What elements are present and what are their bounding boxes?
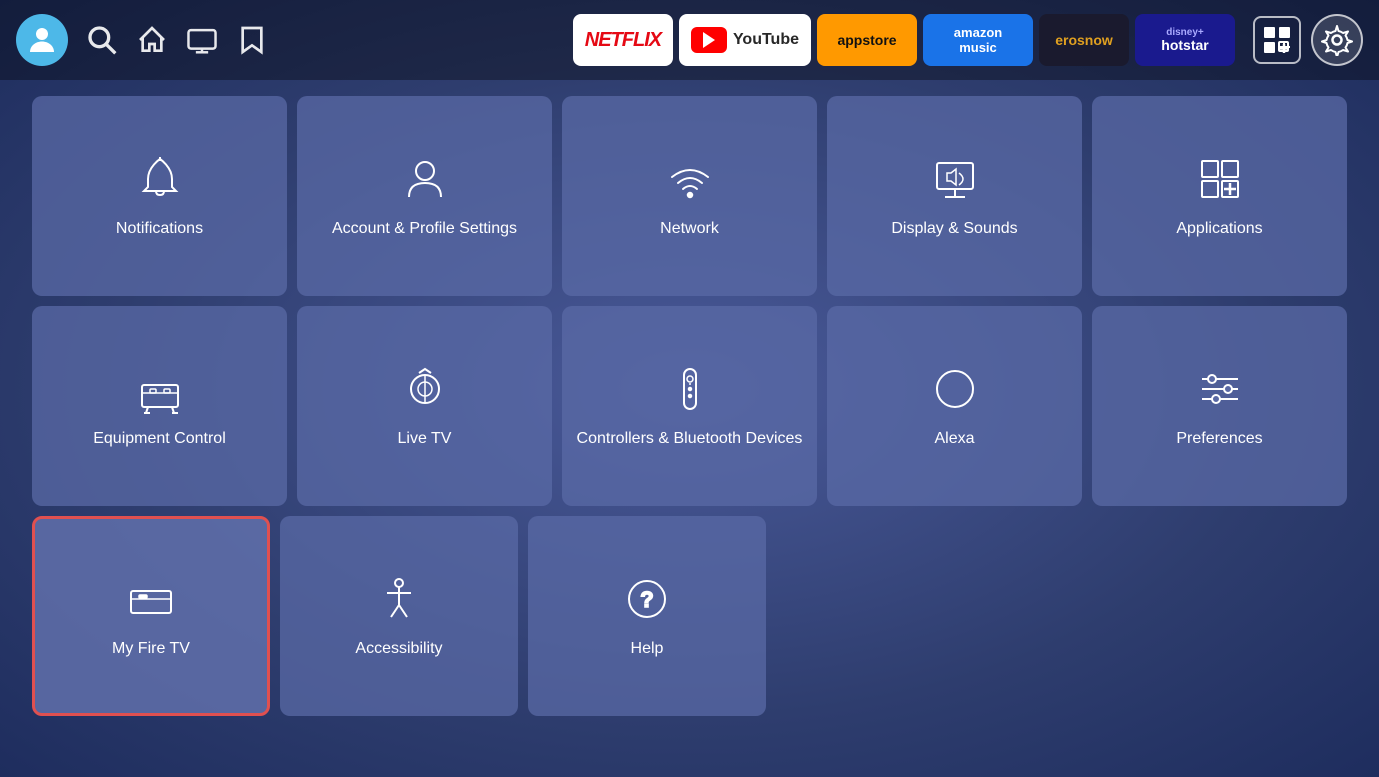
equipment-control-tile-label: Equipment Control bbox=[93, 429, 226, 450]
applications-icon bbox=[1194, 153, 1246, 205]
controllers-bluetooth-tile[interactable]: Controllers & Bluetooth Devices bbox=[562, 306, 817, 506]
controllers-bluetooth-tile-label: Controllers & Bluetooth Devices bbox=[577, 429, 803, 450]
notifications-tile[interactable]: Notifications bbox=[32, 96, 287, 296]
preferences-tile-label: Preferences bbox=[1176, 429, 1262, 450]
preferences-icon bbox=[1194, 363, 1246, 415]
display-sounds-icon bbox=[929, 153, 981, 205]
svg-text:?: ? bbox=[640, 587, 653, 612]
settings-row-3: My Fire TV Accessibility ? Help bbox=[32, 516, 1347, 716]
network-wifi-icon bbox=[664, 153, 716, 205]
help-tile-label: Help bbox=[631, 639, 664, 660]
accessibility-icon bbox=[373, 573, 425, 625]
erosnow-label: erosnow bbox=[1055, 32, 1113, 48]
alexa-tile[interactable]: Alexa bbox=[827, 306, 1082, 506]
hotstar-app-button[interactable]: disney+ hotstar bbox=[1135, 14, 1235, 66]
bookmark-button[interactable] bbox=[236, 24, 268, 56]
appstore-app-button[interactable]: appstore bbox=[817, 14, 917, 66]
home-button[interactable] bbox=[136, 24, 168, 56]
tv-button[interactable] bbox=[186, 24, 218, 56]
my-fire-tv-tile-label: My Fire TV bbox=[112, 639, 190, 660]
settings-grid: Notifications Account & Profile Settings… bbox=[0, 80, 1379, 732]
netflix-app-button[interactable]: NETFLIX bbox=[573, 14, 673, 66]
amazon-music-app-button[interactable]: amazon music bbox=[923, 14, 1033, 66]
search-button[interactable] bbox=[86, 24, 118, 56]
avatar[interactable] bbox=[16, 14, 68, 66]
home-icon bbox=[136, 24, 168, 56]
my-fire-tv-tile[interactable]: My Fire TV bbox=[32, 516, 270, 716]
help-tile[interactable]: ? Help bbox=[528, 516, 766, 716]
accessibility-tile-label: Accessibility bbox=[355, 639, 442, 660]
settings-row-1: Notifications Account & Profile Settings… bbox=[32, 96, 1347, 296]
all-apps-icon bbox=[1262, 25, 1292, 55]
appstore-label: appstore bbox=[837, 32, 896, 48]
display-sounds-tile[interactable]: Display & Sounds bbox=[827, 96, 1082, 296]
account-profile-tile-label: Account & Profile Settings bbox=[332, 219, 517, 240]
live-tv-icon bbox=[399, 363, 451, 415]
tv-icon bbox=[186, 24, 218, 56]
settings-gear-icon bbox=[1321, 24, 1353, 56]
applications-tile[interactable]: Applications bbox=[1092, 96, 1347, 296]
network-tile-label: Network bbox=[660, 219, 719, 240]
accessibility-tile[interactable]: Accessibility bbox=[280, 516, 518, 716]
alexa-icon bbox=[929, 363, 981, 415]
youtube-label: YouTube bbox=[733, 31, 799, 49]
amazon-music-label: amazon music bbox=[935, 25, 1021, 55]
header-left bbox=[16, 14, 268, 66]
settings-row-2: Equipment Control Live TV Controllers & … bbox=[32, 306, 1347, 506]
header: NETFLIX YouTube appstore amazon music er… bbox=[0, 0, 1379, 80]
notifications-icon bbox=[134, 153, 186, 205]
alexa-tile-label: Alexa bbox=[934, 429, 974, 450]
youtube-logo-icon bbox=[691, 27, 727, 53]
display-sounds-tile-label: Display & Sounds bbox=[891, 219, 1017, 240]
equipment-control-tile[interactable]: Equipment Control bbox=[32, 306, 287, 506]
hotstar-label: hotstar bbox=[1161, 38, 1208, 53]
search-icon bbox=[86, 24, 118, 56]
preferences-tile[interactable]: Preferences bbox=[1092, 306, 1347, 506]
my-fire-tv-icon bbox=[125, 573, 177, 625]
header-apps: NETFLIX YouTube appstore amazon music er… bbox=[573, 14, 1235, 66]
youtube-app-button[interactable]: YouTube bbox=[679, 14, 811, 66]
header-right bbox=[1253, 14, 1363, 66]
netflix-label: NETFLIX bbox=[585, 29, 661, 52]
live-tv-tile-label: Live TV bbox=[398, 429, 452, 450]
bookmark-icon bbox=[236, 24, 268, 56]
settings-button[interactable] bbox=[1311, 14, 1363, 66]
network-tile[interactable]: Network bbox=[562, 96, 817, 296]
equipment-control-icon bbox=[134, 363, 186, 415]
account-profile-icon bbox=[399, 153, 451, 205]
all-apps-button[interactable] bbox=[1253, 16, 1301, 64]
erosnow-app-button[interactable]: erosnow bbox=[1039, 14, 1129, 66]
notifications-tile-label: Notifications bbox=[116, 219, 203, 240]
remote-controller-icon bbox=[664, 363, 716, 415]
live-tv-tile[interactable]: Live TV bbox=[297, 306, 552, 506]
user-avatar-icon bbox=[24, 22, 60, 58]
applications-tile-label: Applications bbox=[1176, 219, 1262, 240]
help-icon: ? bbox=[621, 573, 673, 625]
account-profile-tile[interactable]: Account & Profile Settings bbox=[297, 96, 552, 296]
